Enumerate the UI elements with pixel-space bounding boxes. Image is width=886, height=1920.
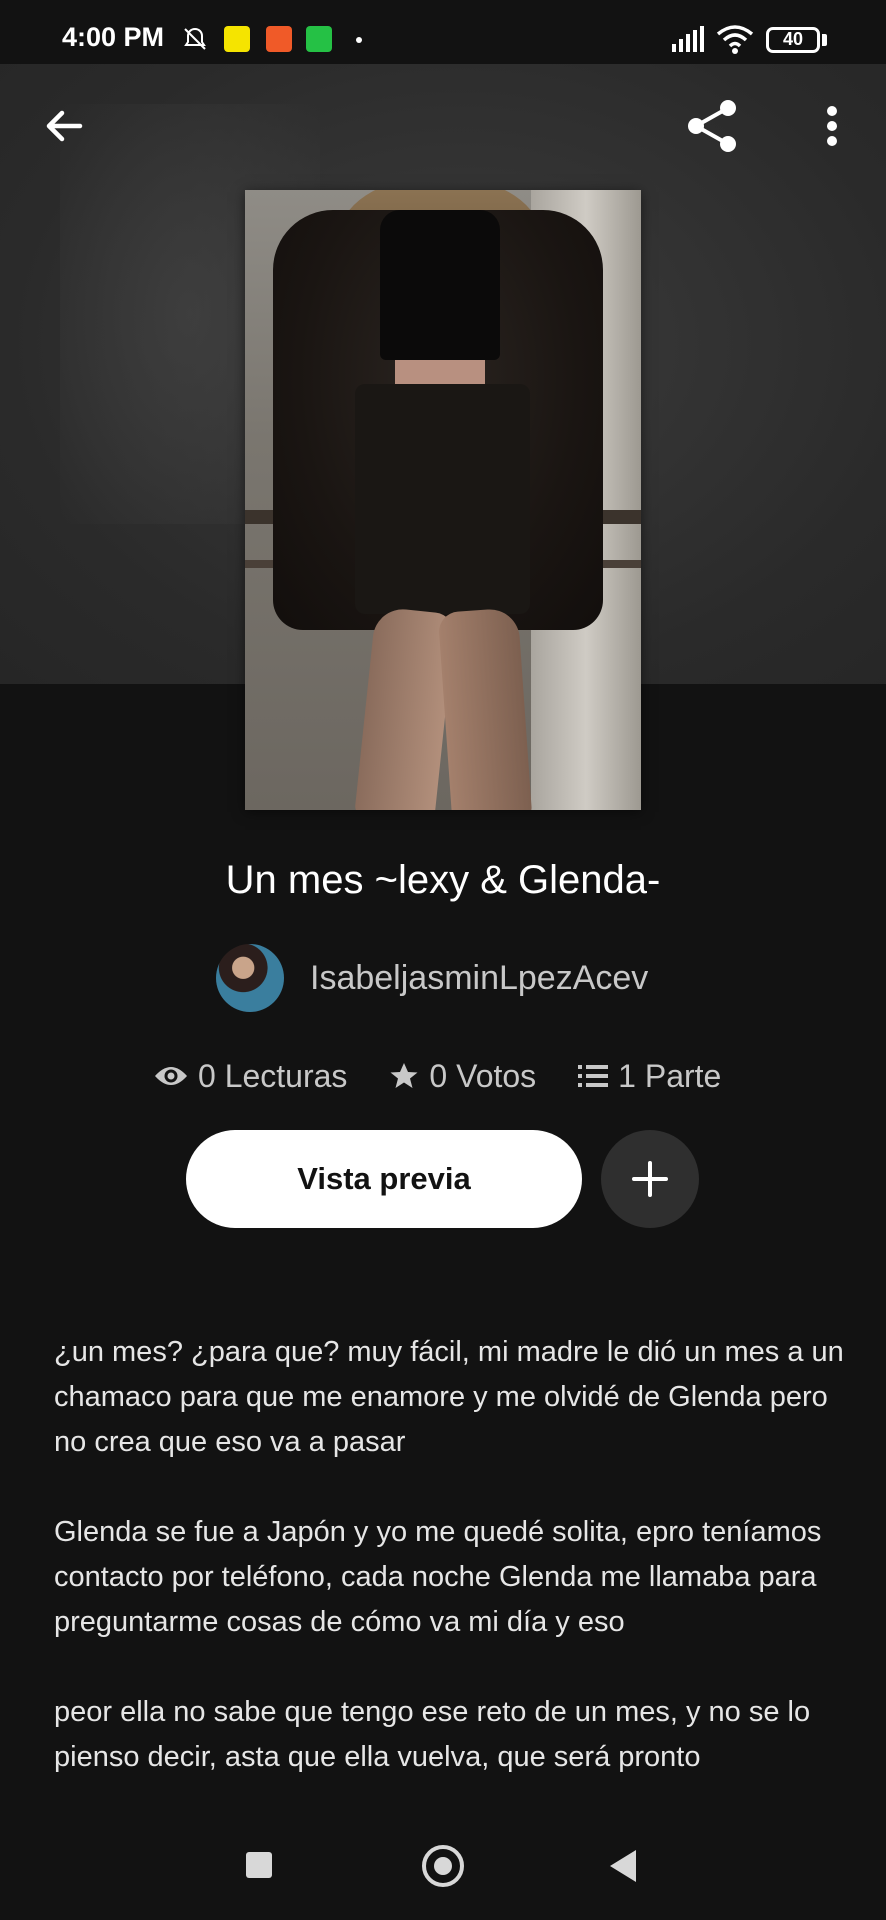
back-button[interactable] [34, 96, 94, 156]
recent-apps-icon[interactable] [246, 1852, 272, 1878]
signal-icon [672, 26, 706, 57]
status-time: 4:00 PM [62, 22, 165, 52]
app-notification-icon [266, 26, 292, 52]
battery-level: 40 [782, 29, 804, 49]
add-to-library-button[interactable] [601, 1130, 699, 1228]
battery-tip [822, 34, 827, 46]
plus-icon [632, 1161, 668, 1197]
story-description: ¿un mes? ¿para que? muy fácil, mi madre … [54, 1330, 844, 1815]
home-icon-inner [434, 1857, 452, 1875]
votes-count: 0 Votos [429, 1057, 537, 1094]
votes-stat: 0 Votos [389, 1058, 536, 1095]
cover-top [380, 210, 500, 360]
cover-skirt [355, 384, 530, 614]
back-triangle-icon[interactable] [610, 1850, 636, 1882]
story-cover-image[interactable] [245, 190, 641, 810]
avatar [216, 944, 284, 1012]
home-icon[interactable] [422, 1845, 464, 1887]
wifi-icon [716, 24, 754, 59]
cover-midriff [395, 360, 485, 384]
app-notification-icon [224, 26, 250, 52]
eye-icon [155, 1067, 187, 1085]
dot-icon [356, 37, 362, 43]
status-bar: 4:00 PM 40 [0, 0, 886, 64]
share-icon [688, 100, 736, 152]
cover-leg [437, 607, 533, 810]
more-vertical-icon [827, 106, 837, 146]
story-stats: 0 Lecturas 0 Votos 1 Parte [154, 1054, 763, 1098]
bell-muted-icon [182, 26, 208, 52]
list-icon [578, 1065, 609, 1087]
reads-stat: 0 Lecturas [154, 1058, 347, 1095]
preview-button[interactable]: Vista previa [186, 1130, 582, 1228]
parts-count: 1 Parte [618, 1057, 722, 1094]
story-title: Un mes ~lexy & Glenda- [225, 858, 661, 902]
more-options-button[interactable] [806, 96, 858, 156]
star-icon [390, 1063, 418, 1088]
battery-icon: 40 [766, 27, 820, 53]
reads-count: 0 Lecturas [198, 1057, 348, 1094]
description-paragraph: ¿un mes? ¿para que? muy fácil, mi madre … [54, 1336, 844, 1458]
author-name: IsabeljasminLpezAcev [310, 958, 649, 997]
parts-stat: 1 Parte [578, 1058, 721, 1095]
description-paragraph: Glenda se fue a Japón y yo me quedé soli… [54, 1516, 822, 1638]
arrow-left-icon [46, 110, 83, 142]
description-paragraph: peor ella no sabe que tengo ese reto de … [54, 1696, 811, 1773]
whatsapp-icon [306, 26, 332, 52]
share-button[interactable] [680, 94, 744, 158]
author-link[interactable]: IsabeljasminLpezAcev [216, 944, 648, 1012]
